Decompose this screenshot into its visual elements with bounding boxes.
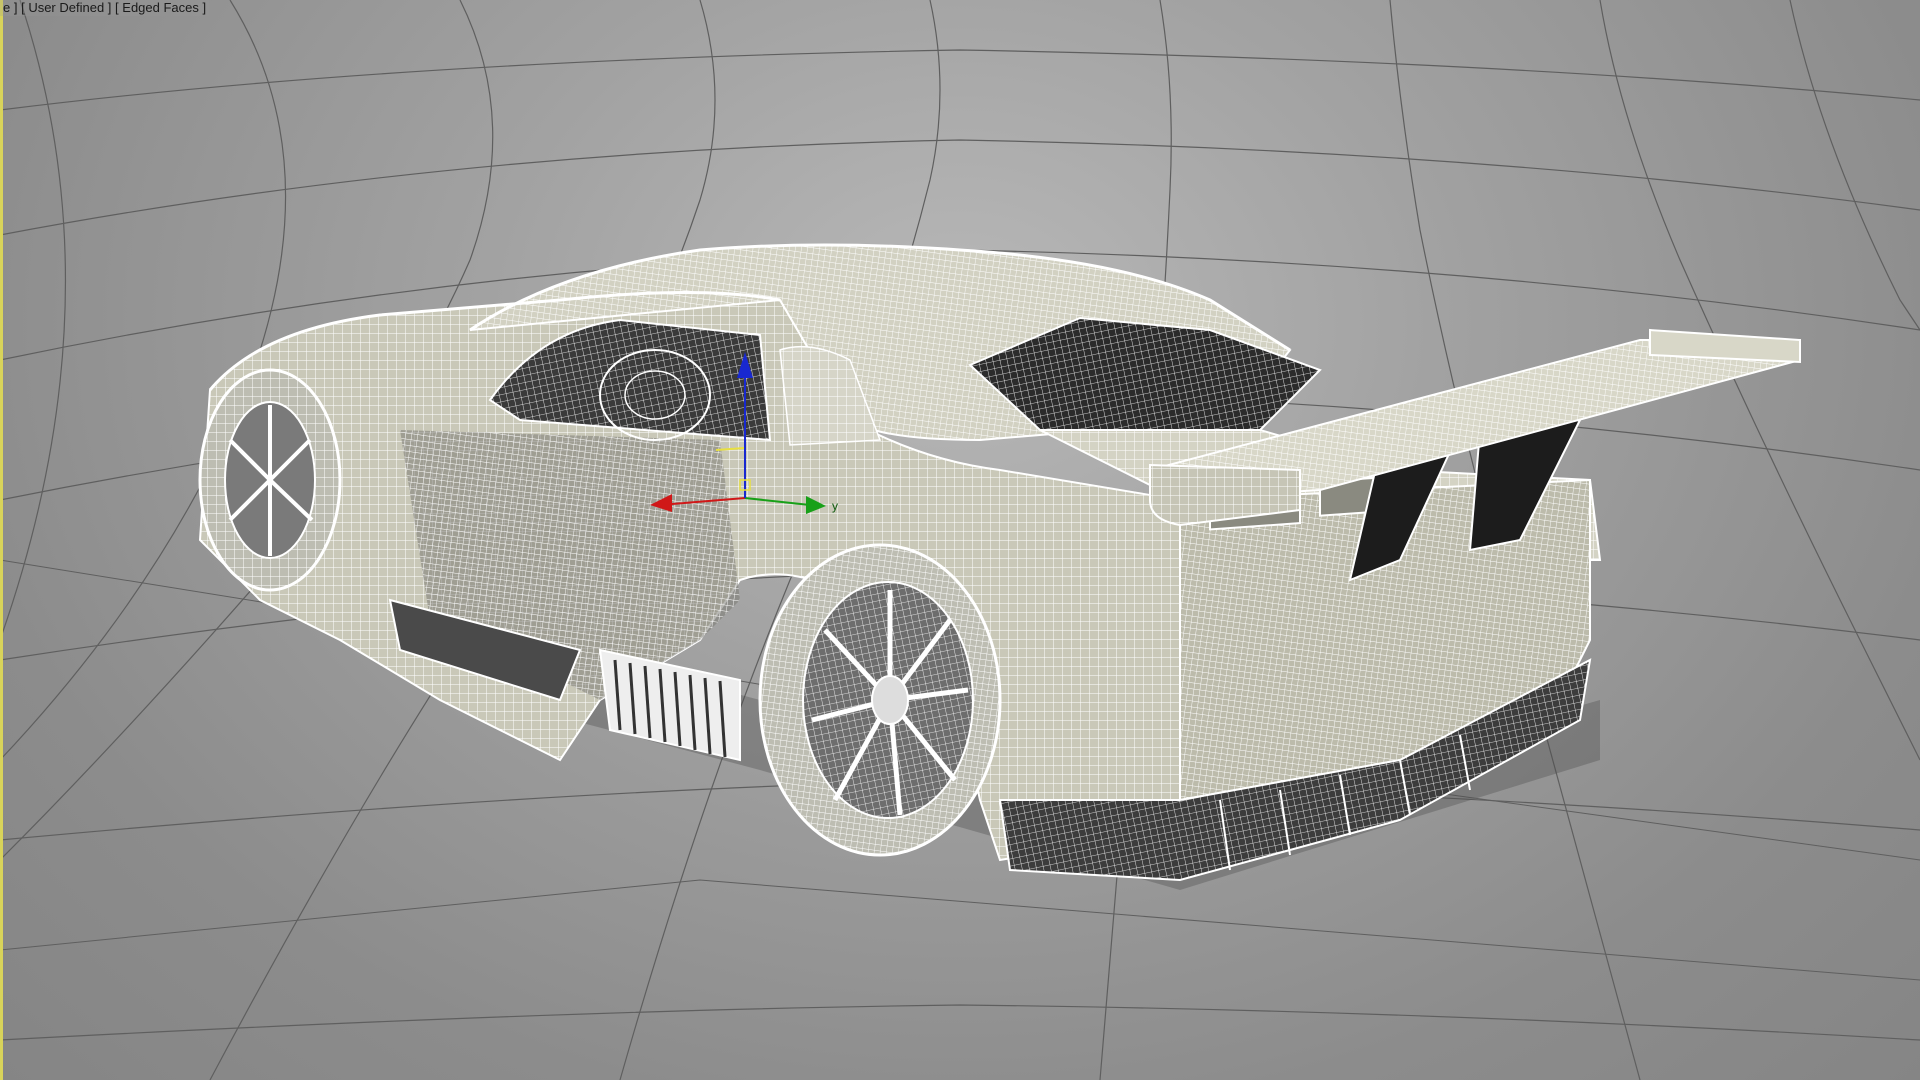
viewport-pov-menu[interactable]: [ User Defined ] — [21, 0, 111, 15]
gizmo-y-label: y — [832, 499, 838, 513]
viewport-scene[interactable]: y — [0, 0, 1920, 1080]
car-wireframe-model[interactable] — [198, 243, 1801, 890]
active-viewport-border — [0, 0, 3, 1080]
perspective-viewport[interactable]: y e ] [ User Defined ] [ Edged Faces ] — [0, 0, 1920, 1080]
front-wheel — [198, 368, 342, 592]
viewport-view-menu[interactable]: e ] — [3, 0, 17, 15]
viewport-shading-menu[interactable]: [ Edged Faces ] — [115, 0, 206, 15]
viewport-label[interactable]: e ] [ User Defined ] [ Edged Faces ] — [0, 0, 210, 16]
rear-wheel — [758, 543, 1002, 857]
